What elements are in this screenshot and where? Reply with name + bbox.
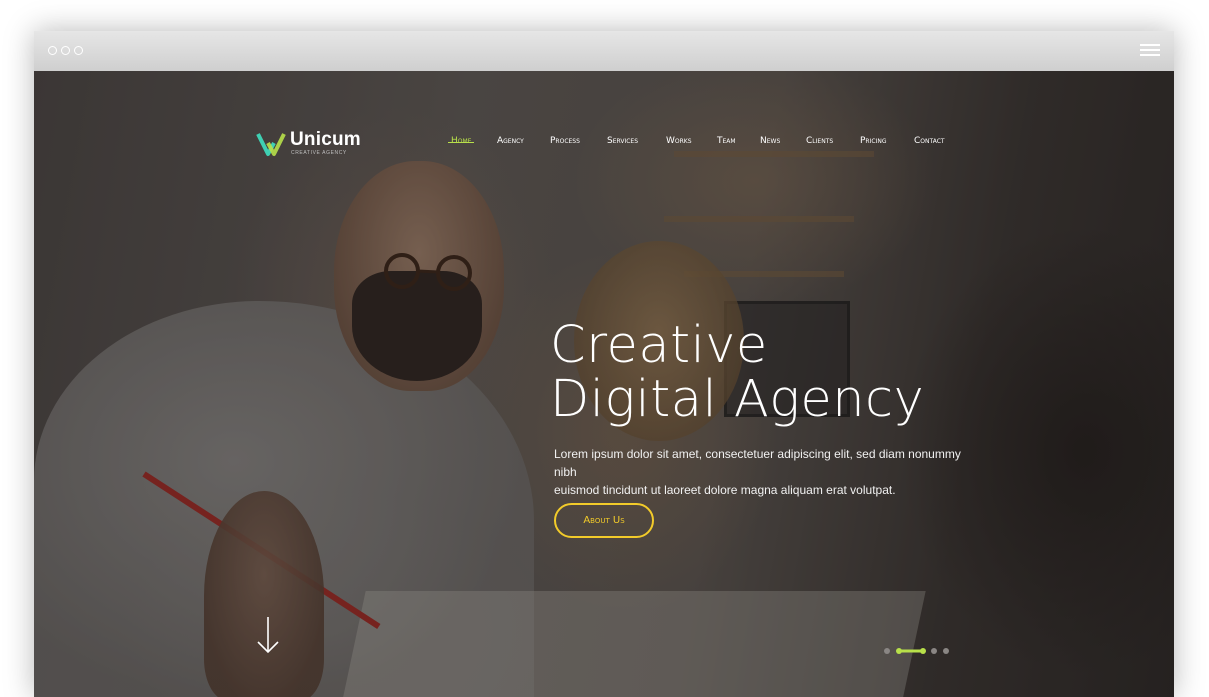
window-close-dot-icon[interactable] bbox=[48, 46, 57, 55]
window-maximize-dot-icon[interactable] bbox=[74, 46, 83, 55]
nav-item-team[interactable]: Team bbox=[717, 136, 736, 146]
slider-dot-active[interactable] bbox=[896, 647, 926, 655]
logo-mark-icon bbox=[256, 133, 286, 156]
slider-pagination bbox=[884, 646, 954, 656]
hero-description-line-2: euismod tincidunt ut laoreet dolore magn… bbox=[554, 483, 896, 497]
nav-item-home[interactable]: Home bbox=[448, 136, 475, 146]
nav-item-process[interactable]: Process bbox=[550, 136, 580, 146]
arrow-down-icon[interactable] bbox=[256, 615, 280, 655]
hero-description: Lorem ipsum dolor sit amet, consectetuer… bbox=[554, 445, 974, 499]
nav-item-agency[interactable]: Agency bbox=[497, 136, 524, 146]
hero-section: Unicum CREATIVE AGENCY Home Agency Proce… bbox=[34, 71, 1174, 697]
slider-dot[interactable] bbox=[931, 648, 937, 654]
hero-headline-line-2: Digital Agency bbox=[550, 370, 925, 429]
nav-item-pricing[interactable]: Pricing bbox=[860, 136, 886, 146]
browser-titlebar bbox=[34, 31, 1174, 72]
hero-headline: Creative Digital Agency bbox=[550, 319, 924, 427]
slider-dot[interactable] bbox=[943, 648, 949, 654]
nav-item-news[interactable]: News bbox=[760, 136, 780, 146]
browser-window: Unicum CREATIVE AGENCY Home Agency Proce… bbox=[34, 31, 1174, 697]
window-minimize-dot-icon[interactable] bbox=[61, 46, 70, 55]
slider-dot[interactable] bbox=[884, 648, 890, 654]
about-us-button-label: About Us bbox=[583, 515, 625, 526]
nav-item-works[interactable]: Works bbox=[666, 136, 692, 146]
logo-tagline: CREATIVE AGENCY bbox=[291, 150, 347, 156]
about-us-button[interactable]: About Us bbox=[554, 503, 654, 538]
hero-headline-line-1: Creative bbox=[550, 316, 768, 375]
logo-name: Unicum bbox=[290, 129, 361, 150]
nav-item-clients[interactable]: Clients bbox=[806, 136, 833, 146]
nav-item-contact[interactable]: Contact bbox=[914, 136, 945, 146]
nav-item-services[interactable]: Services bbox=[607, 136, 638, 146]
hamburger-icon[interactable] bbox=[1140, 44, 1160, 58]
active-indicator bbox=[448, 142, 475, 143]
hero-description-line-1: Lorem ipsum dolor sit amet, consectetuer… bbox=[554, 447, 961, 479]
